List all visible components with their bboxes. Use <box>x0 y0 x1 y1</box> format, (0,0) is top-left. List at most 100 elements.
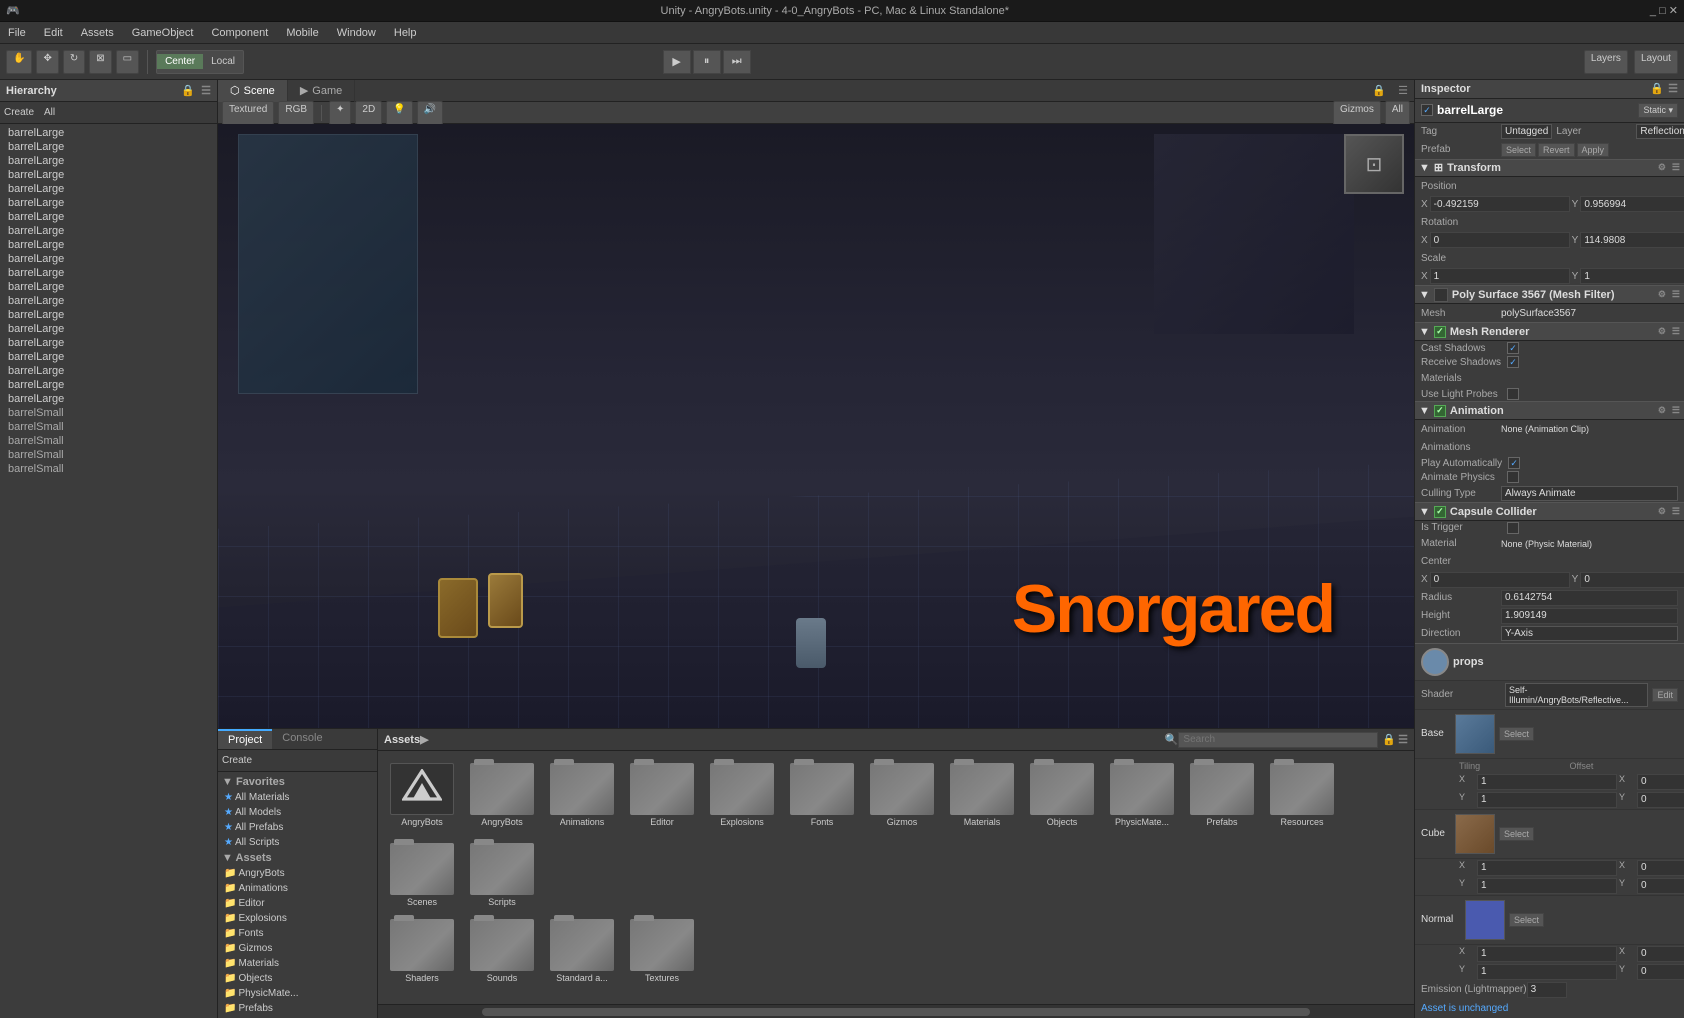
cc-menu-icon[interactable]: ☰ <box>1672 506 1680 517</box>
list-item[interactable]: barrelLarge <box>0 294 217 308</box>
cube-offset-y[interactable] <box>1637 878 1684 894</box>
list-item[interactable]: barrelLarge <box>0 238 217 252</box>
assets-search-input[interactable] <box>1178 732 1378 748</box>
scene-lock-icon[interactable]: 🔒 <box>1366 84 1392 97</box>
culling-type-dropdown[interactable]: Always Animate <box>1501 486 1678 501</box>
anim-settings-icon[interactable]: ⚙ <box>1658 405 1666 416</box>
move-tool-btn[interactable]: ✥ <box>36 50 58 74</box>
list-item[interactable]: barrelSmall <box>0 434 217 448</box>
asset-editor[interactable]: Editor <box>626 759 698 831</box>
asset-scenes[interactable]: Scenes <box>386 839 458 911</box>
tag-dropdown[interactable]: Untagged <box>1501 124 1552 139</box>
tree-editor[interactable]: 📁 Editor <box>218 896 377 911</box>
prefab-apply-btn[interactable]: Apply <box>1577 143 1610 157</box>
favorites-arrow[interactable]: ▼ <box>222 776 233 788</box>
receive-shadows-checkbox[interactable] <box>1507 356 1519 368</box>
center-y-input[interactable] <box>1580 572 1684 588</box>
assets-scrollbar[interactable] <box>378 1004 1414 1018</box>
scene-menu-icon[interactable]: ☰ <box>1392 84 1414 97</box>
asset-prefabs[interactable]: Prefabs <box>1186 759 1258 831</box>
menu-window[interactable]: Window <box>333 25 380 41</box>
menu-component[interactable]: Component <box>207 25 272 41</box>
hierarchy-all-btn[interactable]: All <box>44 107 55 118</box>
transform-settings-icon[interactable]: ⚙ <box>1658 162 1666 173</box>
fav-all-prefabs[interactable]: ★ All Prefabs <box>218 820 377 835</box>
scale-tool-btn[interactable]: ⊠ <box>89 50 111 74</box>
center-x-input[interactable] <box>1430 572 1570 588</box>
prefab-select-btn[interactable]: Select <box>1501 143 1536 157</box>
play-button[interactable]: ▶ <box>663 50 691 74</box>
shader-edit-btn[interactable]: Edit <box>1652 688 1678 702</box>
tree-explosions[interactable]: 📁 Explosions <box>218 911 377 926</box>
height-input[interactable] <box>1501 608 1678 624</box>
scene-tab[interactable]: ⬡ Scene <box>218 80 288 102</box>
menu-assets[interactable]: Assets <box>77 25 118 41</box>
scene-light-btn[interactable]: 💡 <box>386 101 412 125</box>
local-toggle[interactable]: Local <box>203 54 243 69</box>
base-texture-preview[interactable] <box>1455 714 1495 754</box>
play-auto-checkbox[interactable] <box>1508 457 1520 469</box>
game-tab[interactable]: ▶ Game <box>288 80 355 102</box>
asset-textures[interactable]: Textures <box>626 915 698 987</box>
cube-select-btn[interactable]: Select <box>1499 827 1534 841</box>
fav-all-scripts[interactable]: ★ All Scripts <box>218 835 377 850</box>
tree-angrybots[interactable]: 📁 AngryBots <box>218 866 377 881</box>
rot-x-input[interactable] <box>1430 232 1570 248</box>
use-light-probes-checkbox[interactable] <box>1507 388 1519 400</box>
window-controls[interactable]: _ □ ✕ <box>1650 4 1678 17</box>
console-tab[interactable]: Console <box>272 729 332 749</box>
shader-dropdown[interactable]: Self-Illumin/AngryBots/Reflective... <box>1505 683 1648 707</box>
asset-sounds[interactable]: Sounds <box>466 915 538 987</box>
list-item[interactable]: barrelLarge <box>0 280 217 294</box>
list-item[interactable]: barrelLarge <box>0 378 217 392</box>
tree-fonts[interactable]: 📁 Fonts <box>218 926 377 941</box>
list-item[interactable]: barrelSmall <box>0 462 217 476</box>
transform-section[interactable]: ▼ ⊞ Transform ⚙ ☰ <box>1415 159 1684 178</box>
animate-physics-checkbox[interactable] <box>1507 471 1519 483</box>
project-tab[interactable]: Project <box>218 729 272 749</box>
menu-gameobject[interactable]: GameObject <box>128 25 198 41</box>
asset-angrybots[interactable]: AngryBots <box>466 759 538 831</box>
normal-texture-preview[interactable] <box>1465 900 1505 940</box>
is-trigger-checkbox[interactable] <box>1507 522 1519 534</box>
normal-offset-x[interactable] <box>1637 946 1684 962</box>
list-item[interactable]: barrelLarge <box>0 364 217 378</box>
hierarchy-lock-icon[interactable]: 🔒 <box>181 84 195 97</box>
emission-input[interactable] <box>1527 982 1567 998</box>
normal-offset-y[interactable] <box>1637 964 1684 980</box>
layer-dropdown[interactable]: Reflection <box>1636 124 1684 139</box>
list-item[interactable]: barrelLarge <box>0 336 217 350</box>
mf-menu-icon[interactable]: ☰ <box>1672 289 1680 300</box>
pause-button[interactable]: ⏸ <box>693 50 721 74</box>
rect-tool-btn[interactable]: ▭ <box>116 50 139 74</box>
asset-physicmaterial[interactable]: PhysicMate... <box>1106 759 1178 831</box>
list-item[interactable]: barrelSmall <box>0 420 217 434</box>
radius-input[interactable] <box>1501 590 1678 606</box>
list-item[interactable]: barrelLarge <box>0 252 217 266</box>
project-create-btn[interactable]: Create <box>222 755 252 766</box>
mf-settings-icon[interactable]: ⚙ <box>1658 289 1666 300</box>
base-tile-y[interactable] <box>1477 792 1617 808</box>
list-item[interactable]: barrelLarge <box>0 182 217 196</box>
view-mode-dropdown[interactable]: Textured <box>222 101 274 125</box>
list-item[interactable]: barrelLarge <box>0 308 217 322</box>
center-toggle[interactable]: Center <box>157 54 203 69</box>
base-offset-y[interactable] <box>1637 792 1684 808</box>
scene-all-btn[interactable]: All <box>1385 101 1410 125</box>
scale-x-input[interactable] <box>1430 268 1570 284</box>
scene-2d-btn[interactable]: 2D <box>355 101 382 125</box>
pos-x-input[interactable] <box>1430 196 1570 212</box>
list-item[interactable]: barrelLarge <box>0 126 217 140</box>
asset-shaders[interactable]: Shaders <box>386 915 458 987</box>
list-item[interactable]: barrelLarge <box>0 266 217 280</box>
fav-all-models[interactable]: ★ All Models <box>218 805 377 820</box>
assets-menu-icon[interactable]: ☰ <box>1398 733 1408 746</box>
list-item[interactable]: barrelLarge <box>0 210 217 224</box>
scale-y-input[interactable] <box>1580 268 1684 284</box>
cast-shadows-checkbox[interactable] <box>1507 342 1519 354</box>
mr-enabled-toggle[interactable]: ✓ <box>1434 326 1446 338</box>
pos-y-input[interactable] <box>1580 196 1684 212</box>
menu-help[interactable]: Help <box>390 25 421 41</box>
list-item[interactable]: barrelLarge <box>0 196 217 210</box>
inspector-lock-icon[interactable]: 🔒 <box>1650 82 1664 95</box>
